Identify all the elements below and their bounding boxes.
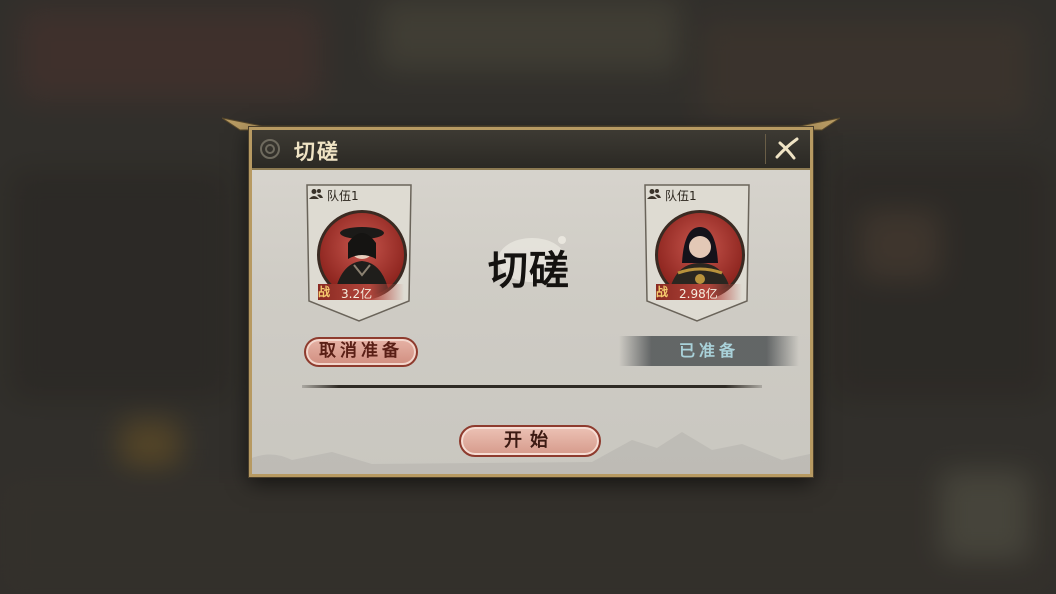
cancel-ready-button[interactable]: 取消准备 (304, 337, 418, 367)
combat-power-tag: 战 (318, 285, 331, 299)
team-card-left: 队伍1 战 3.2亿 (305, 183, 413, 323)
combat-power-value: 2.98亿 (679, 287, 718, 301)
combat-power-bar: 战 3.2亿 (318, 284, 404, 301)
close-icon (775, 137, 799, 160)
duel-heading: 切磋 (488, 247, 570, 294)
combat-power-bar: 战 2.98亿 (656, 284, 742, 301)
combat-power-value: 3.2亿 (341, 287, 373, 301)
team-members-icon (309, 189, 323, 199)
dialog-header: 切磋 (252, 130, 810, 170)
team-members-icon (647, 189, 661, 199)
cloud-swirl-icon (260, 139, 280, 159)
combat-power-tag: 战 (656, 285, 669, 299)
duel-dialog: 切磋 队伍1 战 3.2亿 队伍1 战 2.98亿 切磋 取消准备 已准备 开始 (249, 127, 813, 477)
team-card-right: 队伍1 战 2.98亿 (643, 183, 751, 323)
team-label: 队伍1 (327, 189, 359, 203)
ready-status-label: 已准备 (619, 336, 799, 366)
start-button[interactable]: 开始 (459, 425, 601, 457)
close-button[interactable] (765, 134, 802, 164)
dialog-title: 切磋 (294, 139, 340, 164)
brush-divider (302, 385, 762, 388)
team-label: 队伍1 (665, 189, 697, 203)
